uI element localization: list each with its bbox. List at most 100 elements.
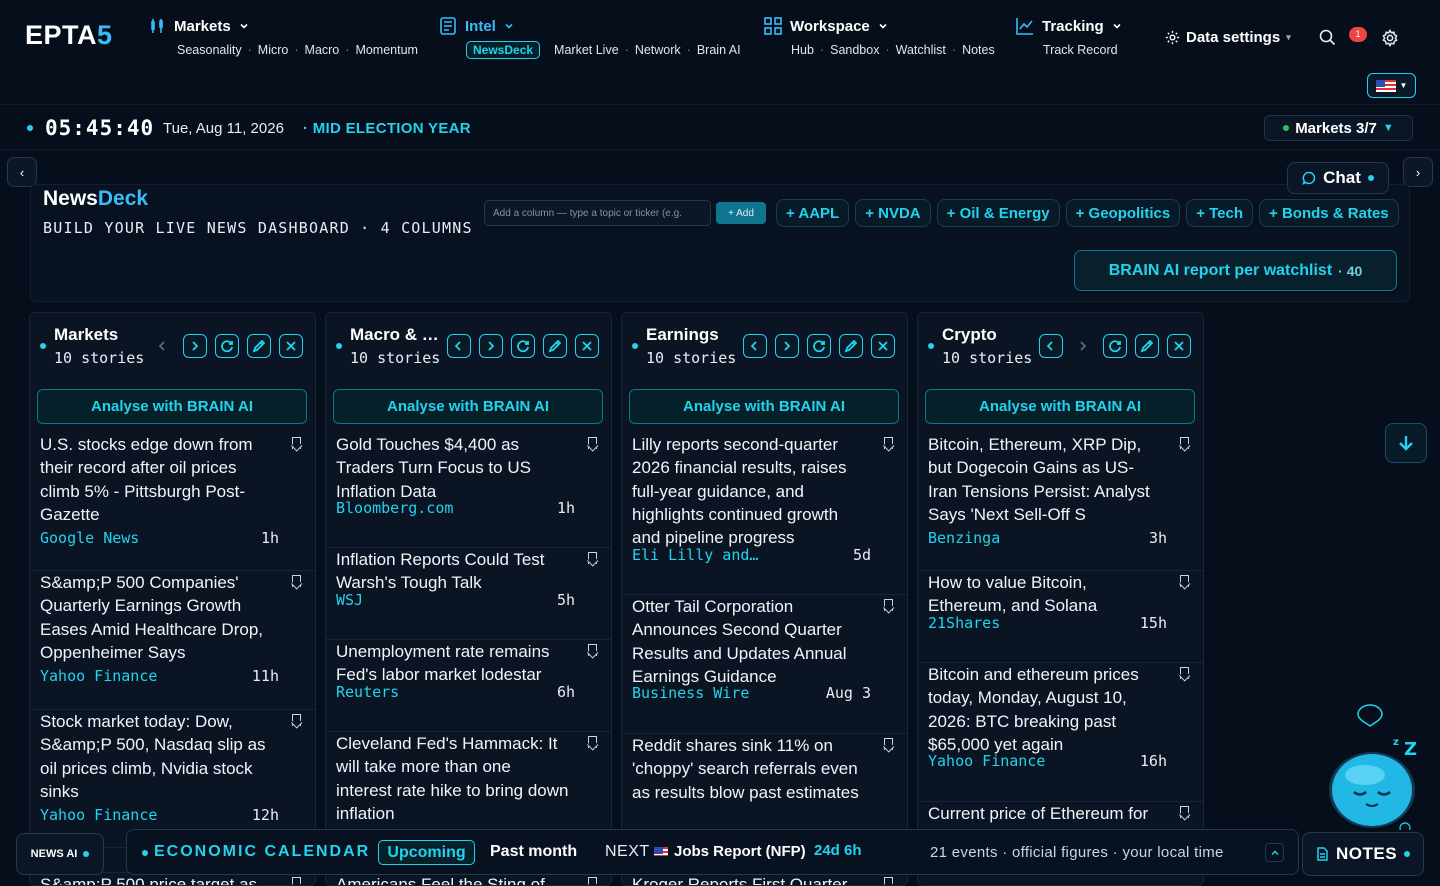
markets-status-button[interactable]: Markets 3/7 ▼ — [1264, 115, 1413, 141]
scroll-down-button[interactable] — [1385, 423, 1427, 463]
column-refresh-button[interactable] — [807, 334, 831, 358]
analyse-button[interactable]: Analyse with BRAIN AI — [333, 389, 603, 424]
bookmark-icon[interactable] — [292, 714, 301, 726]
column-prev-button[interactable] — [151, 334, 175, 358]
search-icon[interactable] — [1319, 29, 1336, 46]
expand-calendar-button[interactable] — [1265, 843, 1284, 862]
column-edit-button[interactable] — [543, 334, 567, 358]
bookmark-icon[interactable] — [588, 552, 597, 564]
analyse-button[interactable]: Analyse with BRAIN AI — [37, 389, 307, 424]
data-settings-menu[interactable]: Data settings ▾ — [1165, 29, 1291, 46]
column-close-button[interactable] — [871, 334, 895, 358]
bookmark-icon[interactable] — [292, 877, 301, 885]
story-source[interactable]: Yahoo Finance — [928, 752, 1045, 770]
bookmark-icon[interactable] — [884, 599, 893, 611]
story-source[interactable]: Yahoo Finance — [40, 667, 157, 685]
bookmark-icon[interactable] — [292, 437, 301, 449]
column-edit-button[interactable] — [839, 334, 863, 358]
column-close-button[interactable] — [575, 334, 599, 358]
notes-button[interactable]: NOTES — [1302, 832, 1424, 876]
story-source[interactable]: Google News — [40, 529, 139, 547]
news-story[interactable]: U.S. stocks edge down from their record … — [30, 433, 315, 571]
chip-tech[interactable]: + Tech — [1186, 199, 1254, 227]
column-close-button[interactable] — [1167, 334, 1191, 358]
chip-geopolitics[interactable]: + Geopolitics — [1065, 199, 1181, 227]
column-prev-button[interactable] — [743, 334, 767, 358]
analyse-button[interactable]: Analyse with BRAIN AI — [629, 389, 899, 424]
chip-oil-energy[interactable]: + Oil & Energy — [936, 199, 1060, 227]
chat-button[interactable]: Chat — [1287, 162, 1389, 194]
column-edit-button[interactable] — [247, 334, 271, 358]
story-source[interactable]: Bloomberg.com — [336, 499, 453, 517]
nav-workspace-menu[interactable]: Workspace — [763, 16, 995, 36]
column-next-button[interactable] — [479, 334, 503, 358]
bookmark-icon[interactable] — [1180, 806, 1189, 818]
settings-gear-icon[interactable] — [1381, 29, 1399, 47]
news-story[interactable]: Inflation Reports Could Test Warsh's Tou… — [326, 548, 611, 640]
news-story[interactable]: Gold Touches $4,400 as Traders Turn Focu… — [326, 433, 611, 548]
nav-link-market-live[interactable]: Market Live — [554, 43, 619, 57]
scroll-right-button[interactable]: › — [1403, 157, 1433, 187]
column-close-button[interactable] — [279, 334, 303, 358]
news-story[interactable]: Bitcoin and ethereum prices today, Monda… — [918, 663, 1203, 802]
column-next-button[interactable] — [1071, 334, 1095, 358]
next-event[interactable]: Jobs Report (NFP) — [654, 843, 806, 860]
column-refresh-button[interactable] — [1103, 334, 1127, 358]
bookmark-icon[interactable] — [588, 437, 597, 449]
brand-logo[interactable]: EPTA5 — [25, 20, 113, 51]
nav-link-newsdeck[interactable]: NewsDeck — [466, 41, 541, 59]
news-story[interactable]: How to value Bitcoin, Ethereum, and Sola… — [918, 571, 1203, 663]
tab-upcoming[interactable]: Upcoming — [378, 840, 475, 865]
story-source[interactable]: Eli Lilly and… — [632, 546, 758, 564]
story-source[interactable]: Yahoo Finance — [40, 806, 157, 824]
nav-link-seasonality[interactable]: Seasonality — [177, 43, 242, 57]
tab-past-month[interactable]: Past month — [490, 843, 577, 861]
nav-link-network[interactable]: Network — [635, 43, 681, 57]
nav-tracking-menu[interactable]: Tracking — [1015, 16, 1123, 36]
add-column-input[interactable]: Add a column — type a topic or ticker (e… — [484, 200, 711, 226]
news-story[interactable]: Otter Tail Corporation Announces Second … — [622, 595, 907, 734]
bookmark-icon[interactable] — [588, 877, 597, 885]
story-source[interactable]: Business Wire — [632, 684, 749, 702]
chip-bonds-rates[interactable]: + Bonds & Rates — [1259, 199, 1399, 227]
column-next-button[interactable] — [775, 334, 799, 358]
nav-markets-menu[interactable]: Markets — [149, 16, 418, 36]
bookmark-icon[interactable] — [1180, 437, 1189, 449]
story-source[interactable]: 21Shares — [928, 614, 1000, 632]
bookmark-icon[interactable] — [884, 877, 893, 885]
story-source[interactable]: WSJ — [336, 591, 363, 609]
story-source[interactable]: Reuters — [336, 683, 399, 701]
nav-link-momentum[interactable]: Momentum — [355, 43, 418, 57]
news-story[interactable]: Lilly reports second-quarter 2026 financ… — [622, 433, 907, 595]
chip-aapl[interactable]: + AAPL — [776, 199, 850, 227]
nav-link-watchlist[interactable]: Watchlist — [896, 43, 946, 57]
assistant-mascot[interactable]: Z z — [1320, 700, 1430, 830]
nav-link-macro[interactable]: Macro — [305, 43, 340, 57]
nav-intel-menu[interactable]: Intel — [438, 16, 741, 36]
column-refresh-button[interactable] — [511, 334, 535, 358]
column-edit-button[interactable] — [1135, 334, 1159, 358]
nav-link-micro[interactable]: Micro — [258, 43, 289, 57]
notification-badge[interactable]: 1 — [1349, 27, 1367, 42]
bookmark-icon[interactable] — [588, 644, 597, 656]
nav-link-notes[interactable]: Notes — [962, 43, 995, 57]
bookmark-icon[interactable] — [292, 575, 301, 587]
news-ai-button[interactable]: NEWS AI — [16, 833, 104, 875]
column-prev-button[interactable] — [1039, 334, 1063, 358]
news-story[interactable]: S&amp;P 500 Companies' Quarterly Earning… — [30, 571, 315, 710]
column-refresh-button[interactable] — [215, 334, 239, 358]
add-column-button[interactable]: + Add — [716, 202, 766, 224]
story-source[interactable]: Benzinga — [928, 529, 1000, 547]
language-selector[interactable]: ▼ — [1367, 73, 1416, 98]
bookmark-icon[interactable] — [1180, 667, 1189, 679]
brain-report-button[interactable]: BRAIN AI report per watchlist · 40 — [1074, 250, 1397, 291]
news-story[interactable]: Unemployment rate remains Fed's labor ma… — [326, 640, 611, 732]
news-story[interactable]: Stock market today: Dow, S&amp;P 500, Na… — [30, 710, 315, 848]
analyse-button[interactable]: Analyse with BRAIN AI — [925, 389, 1195, 424]
column-next-button[interactable] — [183, 334, 207, 358]
bookmark-icon[interactable] — [884, 738, 893, 750]
nav-link-track-record[interactable]: Track Record — [1043, 43, 1118, 57]
scroll-left-button[interactable]: ‹ — [7, 157, 37, 187]
bookmark-icon[interactable] — [1180, 575, 1189, 587]
chip-nvda[interactable]: + NVDA — [855, 199, 931, 227]
